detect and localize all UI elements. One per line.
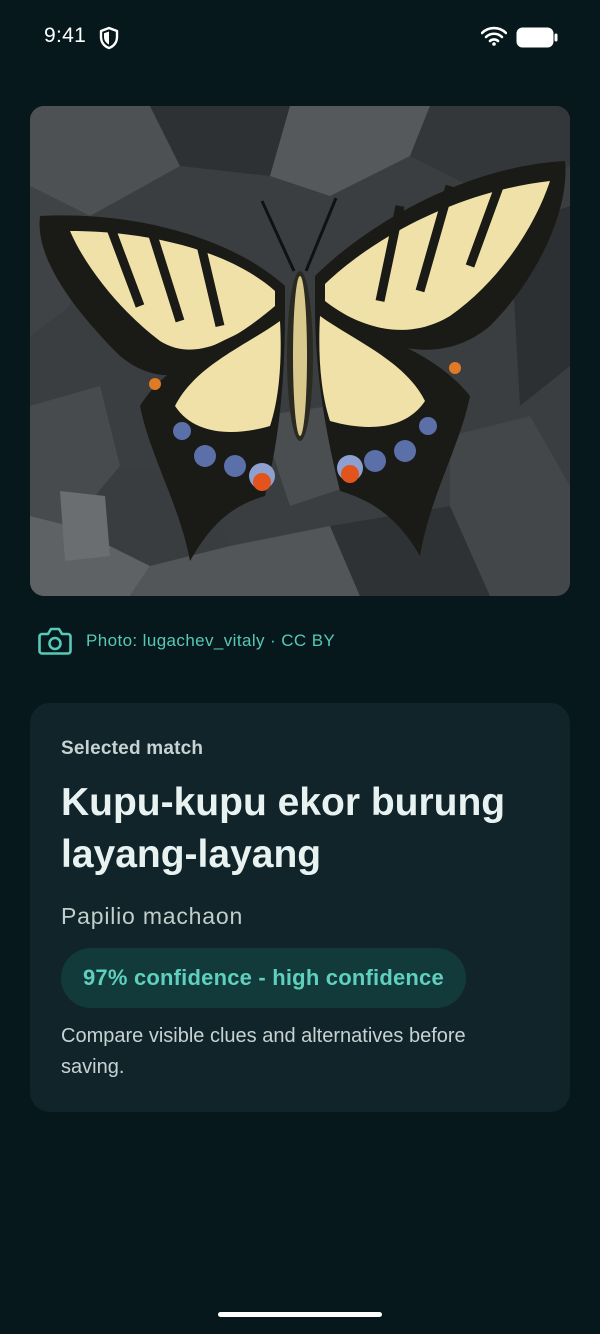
species-photo (30, 106, 570, 596)
confidence-chip: 97% confidence - high confidence (61, 948, 466, 1008)
camera-icon (38, 627, 72, 655)
home-indicator[interactable] (218, 1312, 382, 1317)
photo-credit: Photo: lugachev_vitaly · CC BY (38, 624, 335, 658)
butterfly-image (30, 106, 570, 596)
photo-credit-text[interactable]: Photo: lugachev_vitaly · CC BY (86, 631, 335, 651)
wifi-icon (481, 26, 507, 46)
confidence-text: 97% confidence - high confidence (83, 965, 444, 990)
species-scientific-name: Papilio machaon (61, 903, 244, 929)
card-label: Selected match (61, 738, 204, 759)
selected-match-card: Selected match Kupu-kupu ekor burung lay… (30, 703, 570, 1112)
shield-icon (99, 26, 119, 50)
battery-icon (516, 27, 558, 48)
status-bar: 9:41 (0, 0, 600, 76)
status-time: 9:41 (44, 24, 87, 47)
species-common-name: Kupu-kupu ekor burung layang-layang (61, 781, 506, 876)
card-hint: Compare visible clues and alternatives b… (61, 1025, 466, 1078)
